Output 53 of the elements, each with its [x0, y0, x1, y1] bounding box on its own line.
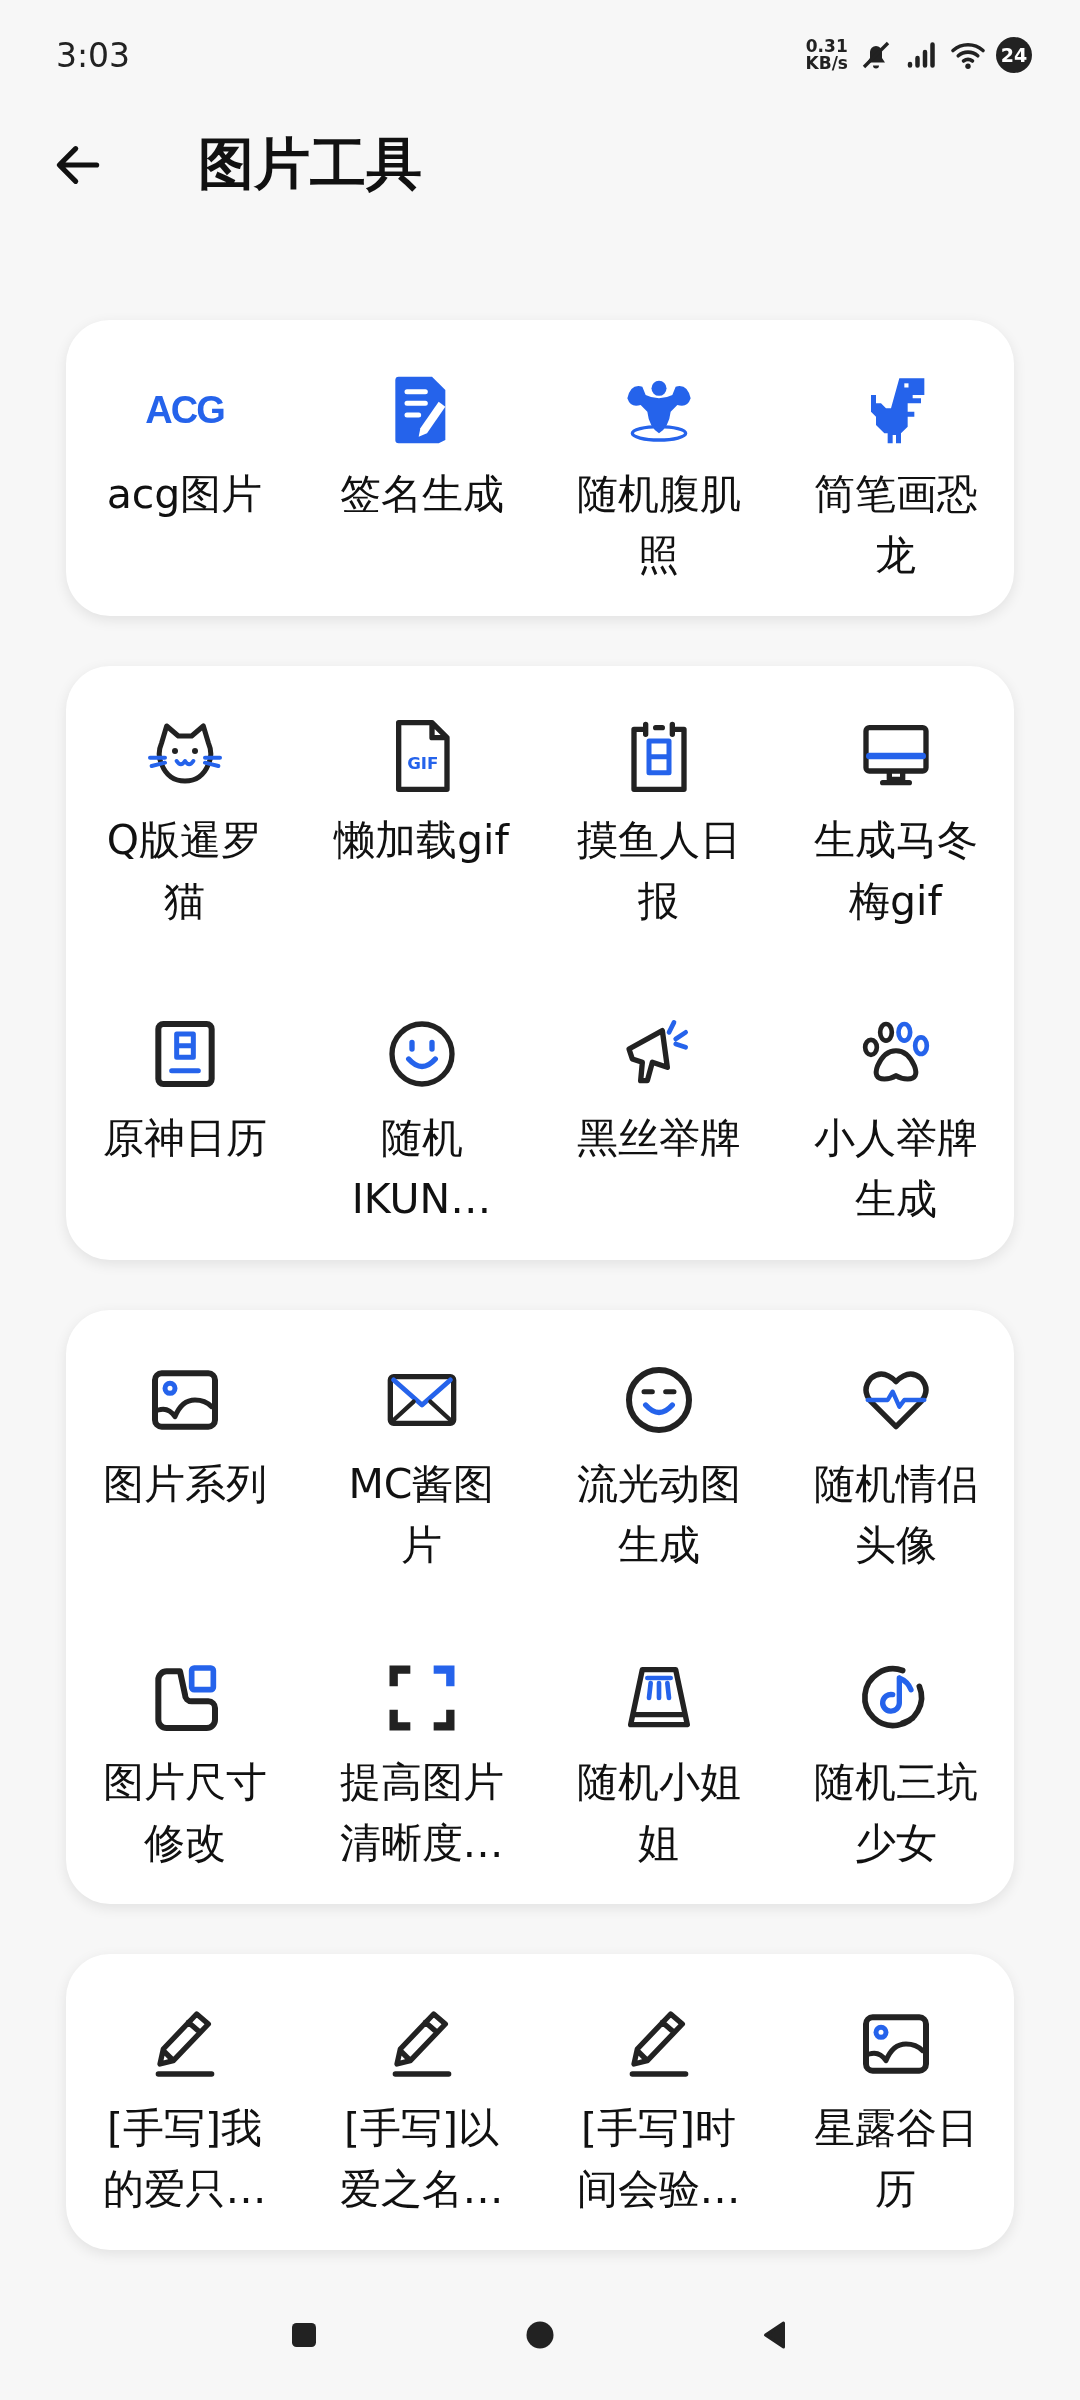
tool-label[interactable]: acg图片	[91, 464, 278, 586]
pencil-icon[interactable]	[155, 2011, 214, 2077]
network-speed: 0.31	[805, 38, 848, 55]
calendar-book-icon[interactable]	[154, 1021, 215, 1087]
network-speed-unit: KB/s	[805, 55, 848, 72]
tool-label[interactable]: 签名生成	[328, 464, 515, 586]
tool-label[interactable]: 流光动图生成	[565, 1454, 752, 1576]
image-icon[interactable]	[862, 2014, 929, 2074]
tool-label[interactable]: 原神日历	[91, 1108, 278, 1230]
resize-icon[interactable]	[154, 1665, 218, 1731]
tool-label[interactable]: 小人举牌生成	[802, 1108, 989, 1230]
tool-label[interactable]: [手写]我的爱只…	[91, 2098, 278, 2220]
tool-label[interactable]: 提高图片清晰度…	[328, 1752, 515, 1874]
tool-label[interactable]: 简笔画恐龙	[802, 464, 989, 586]
tool-label[interactable]: 图片系列	[91, 1454, 278, 1576]
file-type-label: GIF	[406, 754, 438, 774]
envelope-icon[interactable]	[387, 1374, 456, 1426]
page-title: 图片工具	[198, 130, 422, 198]
acg-logo[interactable]: ACG	[145, 388, 224, 432]
battery-level: 24	[996, 37, 1032, 73]
tool-label[interactable]: [手写]时间会验…	[565, 2098, 752, 2220]
tool-label[interactable]: 随机腹肌照	[565, 464, 752, 586]
cat-face-icon[interactable]	[147, 723, 222, 784]
pencil-icon[interactable]	[392, 2011, 451, 2077]
tool-label[interactable]: 摸鱼人日报	[565, 810, 752, 932]
muscle-figure-icon[interactable]	[626, 380, 691, 442]
calendar-icon[interactable]	[630, 721, 687, 792]
tool-label[interactable]: 图片尺寸修改	[91, 1752, 278, 1874]
tool-label[interactable]: 随机情侣头像	[802, 1454, 989, 1576]
tool-label[interactable]: 随机三坑少女	[802, 1752, 989, 1874]
image-icon[interactable]	[151, 1370, 218, 1430]
monitor-icon[interactable]	[862, 725, 929, 786]
dinosaur-icon[interactable]	[870, 378, 924, 444]
tool-label[interactable]: Q版暹罗猫	[91, 810, 278, 932]
fullscreen-icon[interactable]	[389, 1665, 454, 1731]
status-time: 3:03	[56, 35, 131, 75]
paw-icon[interactable]	[862, 1021, 929, 1082]
tool-label[interactable]: 随机IKUN…	[328, 1108, 515, 1230]
tool-label[interactable]: 黑丝举牌	[565, 1108, 752, 1230]
document-pen-icon[interactable]	[394, 376, 445, 444]
music-disc-icon[interactable]	[861, 1666, 924, 1729]
tool-label[interactable]: 星露谷日历	[802, 2098, 989, 2220]
tool-label[interactable]: MC酱图片	[328, 1454, 515, 1576]
tool-label[interactable]: [手写]以爱之名…	[328, 2098, 515, 2220]
skirt-icon[interactable]	[627, 1667, 690, 1728]
smiley-icon[interactable]	[388, 1021, 455, 1087]
tool-label[interactable]: 生成马冬梅gif	[802, 810, 989, 932]
smiling-face-icon[interactable]	[625, 1367, 692, 1433]
tool-label[interactable]: 懒加载gif	[328, 810, 515, 932]
pencil-icon[interactable]	[629, 2011, 688, 2077]
tool-label[interactable]: 随机小姐姐	[565, 1752, 752, 1874]
megaphone-icon[interactable]	[625, 1020, 688, 1084]
heart-pulse-icon[interactable]	[862, 1371, 929, 1430]
